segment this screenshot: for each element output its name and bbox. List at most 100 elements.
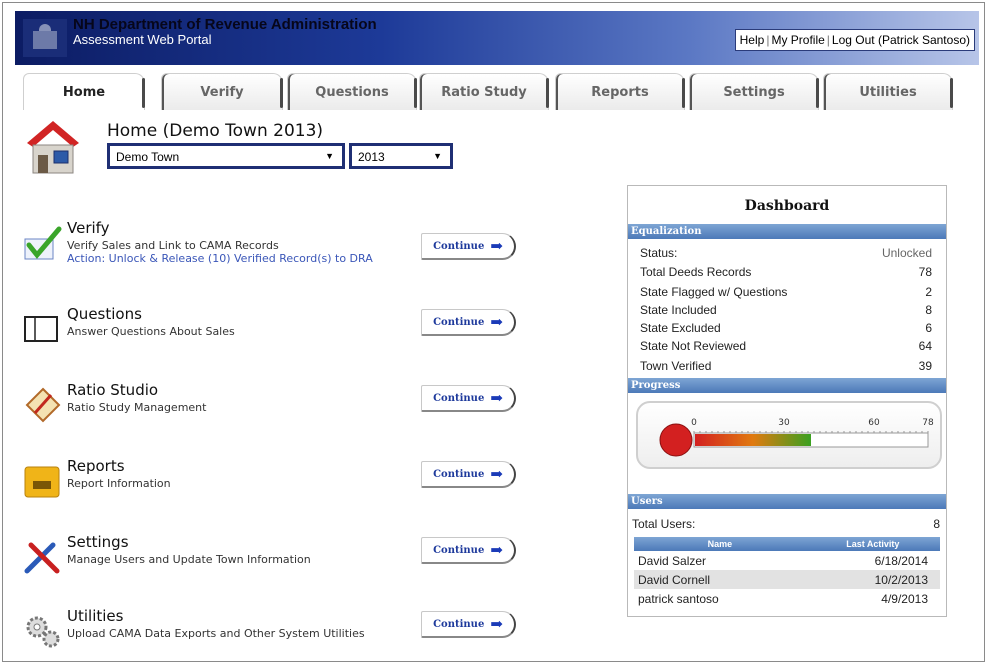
stat-row: Town Verified 39 (640, 359, 932, 377)
verify-check-icon (24, 226, 62, 260)
scale-label: 60 (868, 418, 880, 428)
arrow-right-icon: ➡ (490, 541, 503, 559)
home-icon (27, 121, 79, 174)
stat-value: 64 (918, 339, 932, 353)
dashboard-panel: Dashboard Equalization Status: Unlocked T… (627, 185, 947, 617)
verify-continue-button[interactable]: Continue ➡ (421, 233, 516, 260)
tab-verify[interactable]: Verify (161, 73, 283, 110)
section-verify: Verify Verify Sales and Link to CAMA Rec… (23, 219, 523, 281)
page-title: Home (Demo Town 2013) (107, 121, 324, 141)
user-name: David Cornell (634, 570, 806, 589)
dashboard-title: Dashboard (744, 198, 830, 214)
scale-labels: 0 30 60 78 (691, 418, 934, 428)
org-title: NH Department of Revenue Administration (73, 16, 377, 33)
progress-thermometer: 0 30 60 78 (636, 401, 942, 469)
main-tabs: Home Verify Questions Ratio Study Report… (17, 73, 977, 113)
tab-settings[interactable]: Settings (689, 73, 819, 110)
continue-label: Continue (433, 468, 485, 480)
settings-continue-button[interactable]: Continue ➡ (421, 537, 516, 564)
tab-utilities[interactable]: Utilities (823, 73, 953, 110)
arrow-right-icon: ➡ (490, 615, 503, 633)
questions-book-icon (24, 316, 58, 342)
tab-utilities-label: Utilities (859, 84, 917, 100)
state-house-logo-icon (23, 19, 67, 57)
progress-header: Progress (628, 378, 946, 393)
utilities-continue-button[interactable]: Continue ➡ (421, 611, 516, 638)
section-ratio-study: Ratio Studio Ratio Study Management Cont… (23, 381, 523, 443)
tab-reports-label: Reports (591, 84, 649, 100)
section-title: Settings (67, 533, 129, 551)
stat-label: Town Verified (640, 359, 712, 373)
stat-label: State Excluded (640, 321, 721, 335)
tab-settings-label: Settings (723, 84, 785, 100)
stat-row: State Flagged w/ Questions 2 (640, 285, 932, 303)
section-title: Ratio Studio (67, 381, 159, 399)
tab-ratio-study[interactable]: Ratio Study (419, 73, 549, 110)
arrow-right-icon: ➡ (490, 313, 503, 331)
section-desc: Manage Users and Update Town Information (67, 553, 311, 566)
help-link[interactable]: Help (740, 33, 765, 47)
account-links: Help | My Profile | Log Out (Patrick Santoso… (734, 29, 975, 51)
equalization-header: Equalization (628, 224, 946, 239)
section-action-link[interactable]: Action: Unlock & Release (10) Verified R… (67, 252, 373, 265)
stat-row: State Not Reviewed 64 (640, 339, 932, 357)
chevron-down-icon: ▼ (433, 151, 442, 161)
town-select-value: Demo Town (116, 150, 180, 164)
total-users-label: Total Users: (632, 517, 696, 531)
section-settings: Settings Manage Users and Update Town In… (23, 533, 523, 595)
scale-label: 0 (691, 418, 697, 428)
section-questions: Questions Answer Questions About Sales C… (23, 305, 523, 367)
stat-row: State Included 8 (640, 303, 932, 321)
app-frame: NH Department of Revenue Administration … (2, 2, 985, 662)
stat-label: State Not Reviewed (640, 339, 747, 353)
my-profile-link[interactable]: My Profile (771, 33, 824, 47)
stat-value: 8 (925, 303, 932, 317)
stat-label: State Flagged w/ Questions (640, 285, 788, 299)
section-title: Questions (67, 305, 142, 323)
town-select[interactable]: Demo Town ▼ (107, 143, 345, 169)
section-utilities: Utilities Upload CAMA Data Exports and O… (23, 607, 523, 661)
reports-folder-icon (24, 466, 60, 498)
table-row: patrick santoso 4/9/2013 (634, 589, 940, 608)
stat-value: 2 (925, 285, 932, 299)
tab-questions[interactable]: Questions (287, 73, 417, 110)
stat-value: Unlocked (881, 246, 932, 260)
section-title: Utilities (67, 607, 124, 625)
column-header-name[interactable]: Name (634, 537, 806, 551)
arrow-right-icon: ➡ (490, 465, 503, 483)
continue-label: Continue (433, 392, 485, 404)
stat-label: State Included (640, 303, 717, 317)
tab-ratio-study-label: Ratio Study (441, 84, 527, 100)
questions-continue-button[interactable]: Continue ➡ (421, 309, 516, 336)
header-banner: NH Department of Revenue Administration … (15, 11, 979, 65)
continue-label: Continue (433, 316, 485, 328)
section-desc: Report Information (67, 477, 171, 490)
users-table-header: Name Last Activity (634, 537, 940, 551)
users-table: Name Last Activity David Salzer 6/18/2014… (634, 537, 940, 608)
ratio-study-continue-button[interactable]: Continue ➡ (421, 385, 516, 412)
section-desc: Answer Questions About Sales (67, 325, 235, 338)
scale-label: 78 (922, 418, 934, 428)
continue-label: Continue (433, 544, 485, 556)
user-name: David Salzer (638, 553, 707, 568)
section-reports: Reports Report Information Continue ➡ (23, 457, 523, 519)
thermometer-gauge: 0 30 60 78 (659, 418, 934, 457)
thermometer-bulb (659, 423, 693, 457)
user-last-activity: 4/9/2013 (881, 591, 928, 606)
ratio-study-icon (25, 387, 61, 423)
tab-reports[interactable]: Reports (555, 73, 685, 110)
tab-questions-label: Questions (315, 84, 389, 100)
arrow-right-icon: ➡ (490, 389, 503, 407)
year-select-value: 2013 (358, 150, 385, 164)
column-header-last-activity[interactable]: Last Activity (805, 537, 940, 551)
logout-link[interactable]: Log Out (Patrick Santoso) (832, 33, 970, 47)
year-select[interactable]: 2013 ▼ (349, 143, 453, 169)
total-users-value: 8 (933, 517, 940, 531)
stat-row: Status: Unlocked (640, 246, 932, 264)
tab-home[interactable]: Home (23, 73, 145, 110)
stat-value: 39 (918, 359, 932, 373)
arrow-right-icon: ➡ (490, 237, 503, 255)
continue-label: Continue (433, 240, 485, 252)
reports-continue-button[interactable]: Continue ➡ (421, 461, 516, 488)
section-title: Reports (67, 457, 125, 475)
